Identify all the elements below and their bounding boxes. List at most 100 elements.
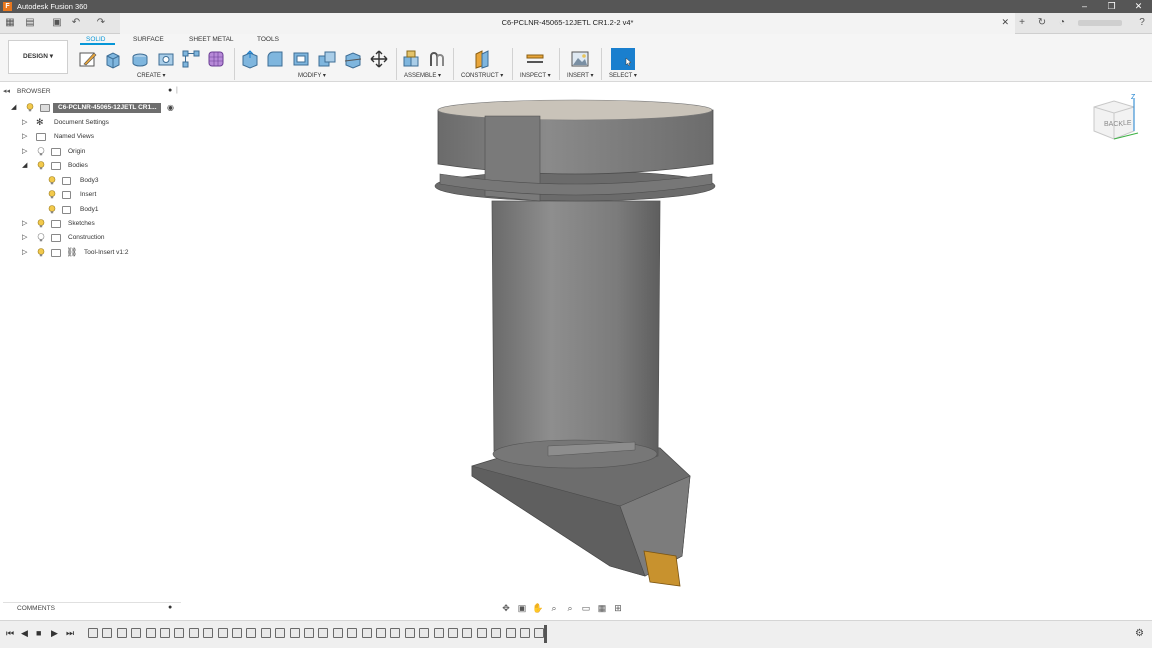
create-sketch-icon[interactable] <box>78 49 98 69</box>
pan-icon[interactable]: ✋ <box>532 602 544 614</box>
expand-arrow-icon[interactable]: ▷ <box>22 248 27 256</box>
form-icon[interactable] <box>206 49 226 69</box>
tree-row-origin[interactable]: ▷ Origin <box>0 146 182 158</box>
timeline-feature-icon[interactable] <box>376 628 386 638</box>
workspace-switcher[interactable]: DESIGN ▾ <box>8 40 68 74</box>
select-button[interactable] <box>611 48 635 70</box>
insert-menu[interactable]: INSERT ▾ <box>567 72 593 79</box>
timeline-feature-icon[interactable] <box>203 628 214 638</box>
comments-pin-icon[interactable]: ● <box>168 604 172 611</box>
offset-plane-icon[interactable] <box>472 49 492 69</box>
timeline-feature-icon[interactable] <box>304 628 314 638</box>
collapse-browser-icon[interactable]: ◂◂ <box>3 87 10 95</box>
grid-snap-icon[interactable]: ▦ <box>596 602 608 614</box>
timeline-feature-icon[interactable] <box>260 628 271 638</box>
press-pull-icon[interactable] <box>240 49 260 69</box>
timeline-feature-icon[interactable] <box>433 628 444 638</box>
modify-menu[interactable]: MODIFY ▾ <box>298 72 326 79</box>
timeline-feature-icon[interactable] <box>520 628 530 638</box>
go-to-start-icon[interactable]: ⏮ <box>6 628 14 639</box>
extrude-icon[interactable] <box>103 49 123 69</box>
collapse-arrow-icon[interactable]: ◢ <box>22 161 27 169</box>
collapse-arrow-icon[interactable]: ◢ <box>11 103 16 111</box>
timeline-feature-icon[interactable] <box>246 628 257 638</box>
go-to-end-icon[interactable]: ⏭ <box>66 628 74 639</box>
timeline-feature-icon[interactable] <box>505 628 516 638</box>
timeline-feature-icon[interactable] <box>534 628 545 638</box>
timeline-feature-icon[interactable] <box>145 628 156 638</box>
joint-icon[interactable] <box>427 49 447 69</box>
timeline-feature-icon[interactable] <box>116 628 127 638</box>
tree-row-construction[interactable]: ▷ Construction <box>0 232 182 244</box>
expand-arrow-icon[interactable]: ▷ <box>22 118 27 126</box>
display-settings-icon[interactable]: ▭ <box>580 602 592 614</box>
expand-arrow-icon[interactable]: ▷ <box>22 219 27 227</box>
tree-row-insert[interactable]: Insert <box>0 189 182 201</box>
redo-icon[interactable]: ↷ <box>95 17 107 29</box>
timeline-feature-icon[interactable] <box>174 628 185 638</box>
zoom-fit-icon[interactable]: ⌕ <box>548 602 560 614</box>
close-icon[interactable]: ✕ <box>1125 0 1152 13</box>
visibility-bulb-icon[interactable] <box>37 161 45 170</box>
assemble-menu[interactable]: ASSEMBLE ▾ <box>404 72 441 79</box>
activate-radio-icon[interactable]: ◉ <box>167 103 174 112</box>
timeline-feature-icon[interactable] <box>332 628 343 638</box>
visibility-bulb-icon[interactable] <box>48 205 56 214</box>
expand-arrow-icon[interactable]: ▷ <box>22 147 27 155</box>
timeline-feature-icon[interactable] <box>476 628 487 638</box>
grid-menu-icon[interactable]: ▦ <box>4 17 16 29</box>
tab-solid[interactable]: SOLID <box>86 36 106 43</box>
timeline-marker[interactable] <box>544 625 547 643</box>
viewcube-back-face[interactable]: BACK <box>1104 121 1123 128</box>
tree-row-bodies[interactable]: ◢ Bodies <box>0 160 182 172</box>
save-icon[interactable]: ▣ <box>51 17 63 29</box>
expand-arrow-icon[interactable]: ▷ <box>22 233 27 241</box>
document-tab[interactable]: C6-PCLNR-45065-12JETL CR1.2-2 v4* ✕ <box>120 13 1015 34</box>
timeline-feature-icon[interactable] <box>347 628 358 638</box>
view-cube[interactable]: BACK LE Z <box>1088 93 1140 145</box>
timeline-settings-gear-icon[interactable]: ⚙ <box>1135 628 1144 639</box>
pattern-icon[interactable] <box>181 49 201 69</box>
tab-sheet-metal[interactable]: SHEET METAL <box>189 36 234 43</box>
tab-surface[interactable]: SURFACE <box>133 36 164 43</box>
move-copy-icon[interactable] <box>369 49 389 69</box>
visibility-bulb-icon[interactable] <box>26 103 34 112</box>
combine-icon[interactable] <box>317 49 337 69</box>
timeline-feature-icon[interactable] <box>462 628 473 638</box>
split-body-icon[interactable] <box>343 49 363 69</box>
timeline-feature-icon[interactable] <box>102 628 113 638</box>
timeline-feature-icon[interactable] <box>289 628 300 638</box>
construct-menu[interactable]: CONSTRUCT ▾ <box>461 72 503 79</box>
play-icon[interactable]: ▶ <box>51 628 58 639</box>
visibility-bulb-off-icon[interactable] <box>37 147 45 156</box>
timeline-feature-icon[interactable] <box>131 628 142 638</box>
tree-row-document-settings[interactable]: ▷ ✻ Document Settings <box>0 117 182 129</box>
select-menu[interactable]: SELECT ▾ <box>609 72 637 79</box>
create-menu[interactable]: CREATE ▾ <box>137 72 166 79</box>
timeline-feature-icon[interactable] <box>160 628 170 638</box>
step-back-icon[interactable]: ◀ <box>21 628 28 639</box>
timeline-feature-icon[interactable] <box>88 628 98 638</box>
hole-icon[interactable] <box>156 49 176 69</box>
timeline-feature-icon[interactable] <box>390 628 401 638</box>
viewports-icon[interactable]: ⊞ <box>612 602 624 614</box>
viewcube-left-face[interactable]: LE <box>1123 120 1132 127</box>
user-account[interactable] <box>1078 20 1122 26</box>
job-status-icon[interactable]: ↻ <box>1036 17 1048 29</box>
tree-row-tool-insert[interactable]: ▷ ⛓ Tool-Insert v1:2 <box>0 247 182 259</box>
timeline-feature-icon[interactable] <box>448 628 458 638</box>
shell-icon[interactable] <box>291 49 311 69</box>
tree-row-named-views[interactable]: ▷ Named Views <box>0 131 182 143</box>
timeline-feature-icon[interactable] <box>188 628 199 638</box>
fillet-icon[interactable] <box>265 49 285 69</box>
visibility-bulb-icon[interactable] <box>37 248 45 257</box>
file-menu-icon[interactable]: ▤ <box>24 17 36 29</box>
insert-canvas-icon[interactable] <box>570 49 590 69</box>
timeline-feature-icon[interactable] <box>419 628 430 638</box>
stop-icon[interactable]: ■ <box>36 628 41 638</box>
visibility-bulb-icon[interactable] <box>37 219 45 228</box>
help-icon[interactable]: ? <box>1136 17 1148 29</box>
timeline-feature-icon[interactable] <box>318 628 329 638</box>
tab-tools[interactable]: TOOLS <box>257 36 279 43</box>
tool-holder-model[interactable] <box>430 96 720 591</box>
